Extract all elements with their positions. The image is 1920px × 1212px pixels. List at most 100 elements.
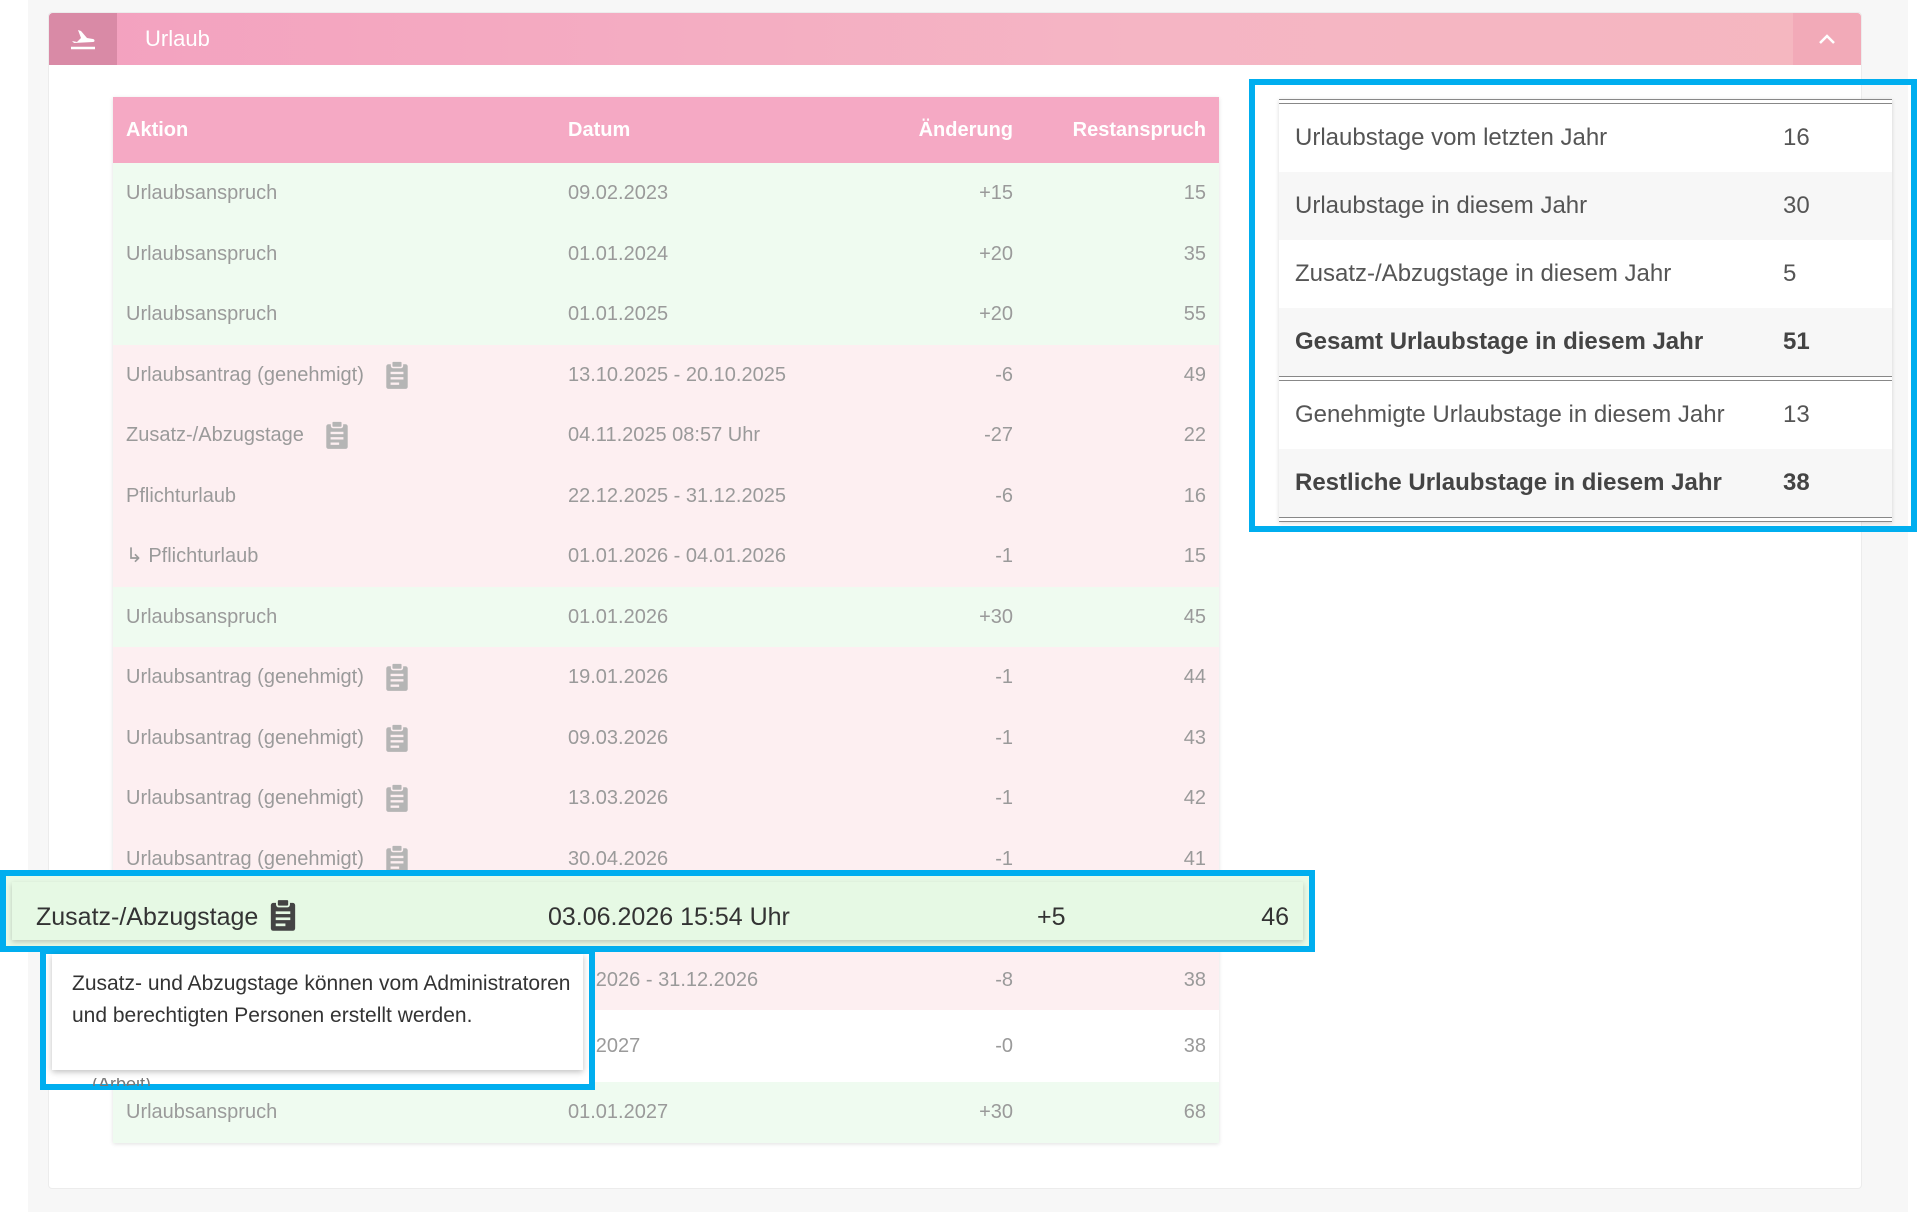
summary-label: Zusatz-/Abzugstage in diesem Jahr <box>1295 260 1672 287</box>
highlighted-table-row[interactable]: Zusatz-/Abzugstage 03.06.2026 15:54 Uhr … <box>12 882 1303 940</box>
table-row[interactable]: Urlaubsanspruch 01.01.2026 +30 45 <box>113 586 1219 647</box>
clipboard-icon[interactable] <box>324 420 350 456</box>
column-header-action[interactable]: Aktion <box>126 97 188 163</box>
row-change: +15 <box>979 182 1013 204</box>
row-remaining: 15 <box>1183 545 1206 567</box>
row-action: Zusatz-/Abzugstage <box>36 903 259 931</box>
tooltip: Zusatz- und Abzugstage können vom Admini… <box>52 954 583 1070</box>
row-change: +30 <box>979 605 1013 628</box>
tooltip-highlight-frame: Zusatz- und Abzugstage können vom Admini… <box>40 948 595 1090</box>
clipboard-icon[interactable] <box>384 783 410 819</box>
column-header-remaining[interactable]: Restanspruch <box>1073 97 1206 163</box>
row-remaining: 22 <box>1183 424 1206 446</box>
row-date: 13.03.2026 <box>568 787 669 809</box>
summary-label: Genehmigte Urlaubstage in diesem Jahr <box>1295 401 1725 428</box>
row-action: Urlaubsanspruch <box>126 605 278 628</box>
summary-value: 38 <box>1783 469 1810 496</box>
row-date: 19.01.2026 <box>568 666 669 688</box>
row-date: 01.01.2024 <box>568 242 669 265</box>
row-date: 22.12.2025 - 31.12.2025 <box>568 484 786 507</box>
row-change: -1 <box>995 666 1013 688</box>
summary-row: Genehmigte Urlaubstage in diesem Jahr 13 <box>1279 381 1892 449</box>
summary-value: 30 <box>1783 192 1810 219</box>
airplane-departure-icon <box>49 13 117 65</box>
row-remaining: 38 <box>1183 968 1206 991</box>
table-row[interactable]: Urlaubsantrag (genehmigt) 13.03.2026 -1 42 <box>113 768 1219 829</box>
row-action: Pflichturlaub <box>126 484 237 507</box>
row-change: +30 <box>979 1101 1013 1123</box>
summary-panel: Urlaubstage vom letzten Jahr 16 Urlaubst… <box>1279 99 1892 522</box>
divider <box>1279 517 1892 522</box>
row-change: -1 <box>995 545 1013 567</box>
chevron-up-icon <box>1819 34 1835 44</box>
summary-row: Zusatz-/Abzugstage in diesem Jahr 5 <box>1279 240 1892 308</box>
tooltip-text: Zusatz- und Abzugstage können vom Admini… <box>72 972 571 1027</box>
row-date: 09.03.2026 <box>568 726 669 749</box>
row-date: 01.01.2027 <box>568 1101 669 1123</box>
row-date: 03.06.2026 15:54 Uhr <box>548 903 790 931</box>
row-remaining: 35 <box>1183 242 1206 265</box>
row-change: +5 <box>1037 903 1066 931</box>
row-action: Urlaubsanspruch <box>126 303 278 325</box>
row-action: Urlaubsantrag (genehmigt) <box>126 787 364 809</box>
row-remaining: 15 <box>1183 182 1206 204</box>
table-row[interactable]: Zusatz-/Abzugstage 04.11.2025 08:57 Uhr -2… <box>113 405 1219 466</box>
row-action: Urlaubsantrag (genehmigt) <box>126 666 364 688</box>
clipboard-icon[interactable] <box>384 722 410 759</box>
clipboard-icon[interactable] <box>384 359 410 396</box>
summary-row: Urlaubstage in diesem Jahr 30 <box>1279 172 1892 240</box>
row-date: 04.11.2025 08:57 Uhr <box>568 424 761 446</box>
row-change: +20 <box>979 242 1013 265</box>
table-header: Aktion Datum Änderung Restanspruch <box>113 97 1219 163</box>
table-row[interactable]: Urlaubsantrag (genehmigt) 19.01.2026 -1 44 <box>113 647 1219 708</box>
column-header-change[interactable]: Änderung <box>919 97 1013 163</box>
row-action: Urlaubsanspruch <box>126 182 278 204</box>
row-remaining: 45 <box>1183 605 1206 628</box>
row-action: Zusatz-/Abzugstage <box>126 424 304 446</box>
clipboard-icon[interactable] <box>268 898 298 939</box>
summary-label: Gesamt Urlaubstage in diesem Jahr <box>1295 328 1704 355</box>
summary-value: 16 <box>1783 124 1810 151</box>
row-change: -0 <box>995 1035 1013 1057</box>
tooltip-trailing-text: (Arbeit) <box>92 1078 151 1086</box>
summary-value: 5 <box>1783 260 1797 287</box>
summary-label: Urlaubstage vom letzten Jahr <box>1295 124 1608 151</box>
row-date: 09.02.2023 <box>568 182 669 204</box>
row-change: -6 <box>995 363 1013 386</box>
summary-label: Urlaubstage in diesem Jahr <box>1295 192 1588 219</box>
row-change: -8 <box>995 968 1013 991</box>
row-remaining: 68 <box>1183 1101 1206 1123</box>
row-remaining: 38 <box>1183 1035 1206 1057</box>
table-row[interactable]: Urlaubsanspruch 09.02.2023 +15 15 <box>113 163 1219 224</box>
table-row[interactable]: Urlaubsanspruch 01.01.2025 +20 55 <box>113 284 1219 345</box>
summary-label: Restliche Urlaubstage in diesem Jahr <box>1295 469 1722 496</box>
table-row[interactable]: Urlaubsanspruch 01.01.2024 +20 35 <box>113 223 1219 284</box>
table-row[interactable]: ↳ Pflichturlaub 01.01.2026 - 04.01.2026 -1… <box>113 526 1219 587</box>
row-date: 12.2026 - 31.12.2026 <box>568 968 759 991</box>
column-header-date[interactable]: Datum <box>568 97 630 163</box>
row-date: 13.10.2025 - 20.10.2025 <box>568 363 786 386</box>
highlighted-row-frame: Zusatz-/Abzugstage 03.06.2026 15:54 Uhr … <box>0 870 1315 952</box>
row-remaining: 16 <box>1183 484 1206 507</box>
row-change: -27 <box>984 424 1013 446</box>
row-action: Urlaubsanspruch <box>126 1101 278 1123</box>
row-action: ↳ Pflichturlaub <box>126 545 259 567</box>
summary-row-remaining: Restliche Urlaubstage in diesem Jahr 38 <box>1279 449 1892 517</box>
clipboard-icon[interactable] <box>384 662 410 698</box>
row-action: Urlaubsantrag (genehmigt) <box>126 363 364 386</box>
table-row[interactable]: Urlaubsantrag (genehmigt) 09.03.2026 -1 43 <box>113 707 1219 768</box>
row-action: Urlaubsantrag (genehmigt) <box>126 726 364 749</box>
row-change: -1 <box>995 726 1013 749</box>
table-row[interactable]: Urlaubsantrag (genehmigt) 13.10.2025 - 20… <box>113 344 1219 405</box>
row-date: 01.01.2026 <box>568 605 669 628</box>
card-title: Urlaub <box>145 26 210 51</box>
summary-value: 13 <box>1783 401 1810 428</box>
table-row[interactable]: Pflichturlaub 22.12.2025 - 31.12.2025 -6 16 <box>113 465 1219 526</box>
row-remaining: 55 <box>1183 303 1206 325</box>
row-date: 01.01.2026 - 04.01.2026 <box>568 545 786 567</box>
row-change: +20 <box>979 303 1013 325</box>
table-row[interactable]: Urlaubsanspruch 01.01.2027 +30 68 <box>113 1082 1219 1143</box>
row-remaining: 43 <box>1183 726 1206 749</box>
row-remaining: 46 <box>1261 903 1289 931</box>
collapse-button[interactable] <box>1793 13 1861 65</box>
